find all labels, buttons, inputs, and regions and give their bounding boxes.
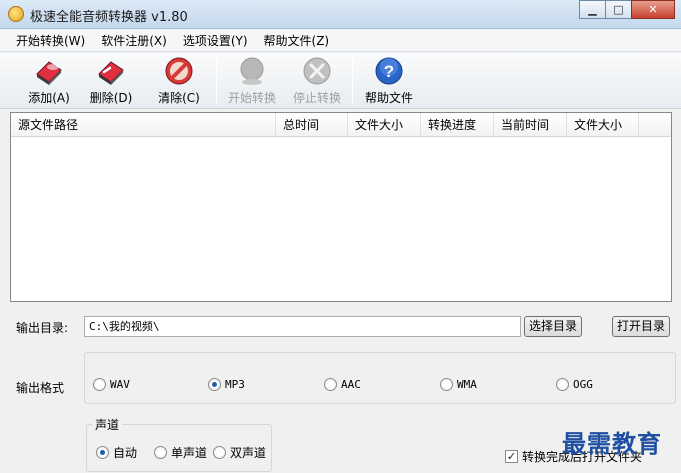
format-radio-ogg[interactable]: OGG xyxy=(556,378,593,391)
open-dir-button[interactable]: 打开目录 xyxy=(612,316,670,337)
column-current-time[interactable]: 当前时间 xyxy=(494,113,567,136)
start-convert-button[interactable]: 开始转换 xyxy=(221,56,283,108)
help-question-icon: ? xyxy=(375,57,403,85)
radio-dot xyxy=(154,446,167,459)
output-dir-input[interactable]: C:\我的视频\ xyxy=(84,316,521,337)
choose-dir-button[interactable]: 选择目录 xyxy=(524,316,582,337)
format-wav-label: WAV xyxy=(110,378,130,391)
toolbar-separator xyxy=(352,59,353,105)
channel-auto-label: 自动 xyxy=(113,446,138,460)
column-file-size[interactable]: 文件大小 xyxy=(348,113,421,136)
toolbar-separator xyxy=(216,59,217,105)
window-controls: ▁ □ ✕ xyxy=(579,0,675,20)
clear-button[interactable]: 清除(C) xyxy=(148,56,210,108)
radio-dot xyxy=(93,378,106,391)
app-icon xyxy=(8,6,24,22)
channel-mono-label: 单声道 xyxy=(171,446,208,460)
column-source-path[interactable]: 源文件路径 xyxy=(11,113,276,136)
add-label: 添加(A) xyxy=(28,91,70,105)
menu-options[interactable]: 选项设置(Y) xyxy=(175,30,256,52)
delete-label: 删除(D) xyxy=(89,91,133,105)
no-entry-icon xyxy=(165,57,193,85)
checkbox-box: ✓ xyxy=(505,450,518,463)
svg-text:?: ? xyxy=(384,62,394,81)
stop-convert-icon xyxy=(303,57,331,85)
column-output-size[interactable]: 文件大小 xyxy=(567,113,639,136)
output-dir-label: 输出目录: xyxy=(16,321,69,335)
radio-dot xyxy=(324,378,337,391)
watermark: 最需教育 xyxy=(562,429,662,458)
add-button[interactable]: 添加(A) xyxy=(18,56,80,108)
output-format-label: 输出格式 xyxy=(16,381,65,395)
menu-bar: 开始转换(W) 软件注册(X) 选项设置(Y) 帮助文件(Z) xyxy=(0,30,681,52)
toolbar: 添加(A) 删除(D) 清除(C) 开始转换 停止转换 ? 帮助文件 xyxy=(0,53,681,109)
format-radio-wma[interactable]: WMA xyxy=(440,378,477,391)
menu-register[interactable]: 软件注册(X) xyxy=(93,30,175,52)
channel-radio-auto[interactable]: 自动 xyxy=(96,444,137,461)
menu-start-convert[interactable]: 开始转换(W) xyxy=(8,30,93,52)
stop-convert-button[interactable]: 停止转换 xyxy=(286,56,348,108)
maximize-button[interactable]: □ xyxy=(605,0,632,19)
channel-radio-mono[interactable]: 单声道 xyxy=(154,444,207,461)
delete-eraser-icon xyxy=(98,61,124,85)
format-ogg-label: OGG xyxy=(573,378,593,391)
radio-dot xyxy=(208,378,221,391)
column-progress[interactable]: 转换进度 xyxy=(421,113,494,136)
radio-dot xyxy=(213,446,226,459)
start-convert-icon xyxy=(240,57,264,85)
radio-dot xyxy=(556,378,569,391)
file-list-header: 源文件路径 总时间 文件大小 转换进度 当前时间 文件大小 xyxy=(11,113,671,137)
help-label: 帮助文件 xyxy=(364,91,413,105)
column-total-time[interactable]: 总时间 xyxy=(276,113,348,136)
channel-stereo-label: 双声道 xyxy=(230,446,267,460)
title-bar: 极速全能音频转换器 v1.80 ▁ □ ✕ xyxy=(0,0,681,29)
window-title: 极速全能音频转换器 v1.80 xyxy=(30,10,188,25)
clear-label: 清除(C) xyxy=(158,91,200,105)
menu-help[interactable]: 帮助文件(Z) xyxy=(256,30,338,52)
minimize-button[interactable]: ▁ xyxy=(579,0,606,19)
help-button[interactable]: ? 帮助文件 xyxy=(358,56,420,108)
file-list[interactable]: 源文件路径 总时间 文件大小 转换进度 当前时间 文件大小 xyxy=(10,112,672,302)
stop-convert-label: 停止转换 xyxy=(292,91,341,105)
format-wma-label: WMA xyxy=(457,378,477,391)
format-radio-mp3[interactable]: MP3 xyxy=(208,378,245,391)
close-button[interactable]: ✕ xyxy=(631,0,675,19)
delete-button[interactable]: 删除(D) xyxy=(80,56,142,108)
format-radio-wav[interactable]: WAV xyxy=(93,378,130,391)
radio-dot xyxy=(440,378,453,391)
channel-title: 声道 xyxy=(92,416,123,433)
format-radio-aac[interactable]: AAC xyxy=(324,378,361,391)
add-eraser-icon xyxy=(36,61,62,85)
radio-dot xyxy=(96,446,109,459)
format-aac-label: AAC xyxy=(341,378,361,391)
channel-radio-stereo[interactable]: 双声道 xyxy=(213,444,266,461)
format-mp3-label: MP3 xyxy=(225,378,245,391)
start-convert-label: 开始转换 xyxy=(227,91,276,105)
